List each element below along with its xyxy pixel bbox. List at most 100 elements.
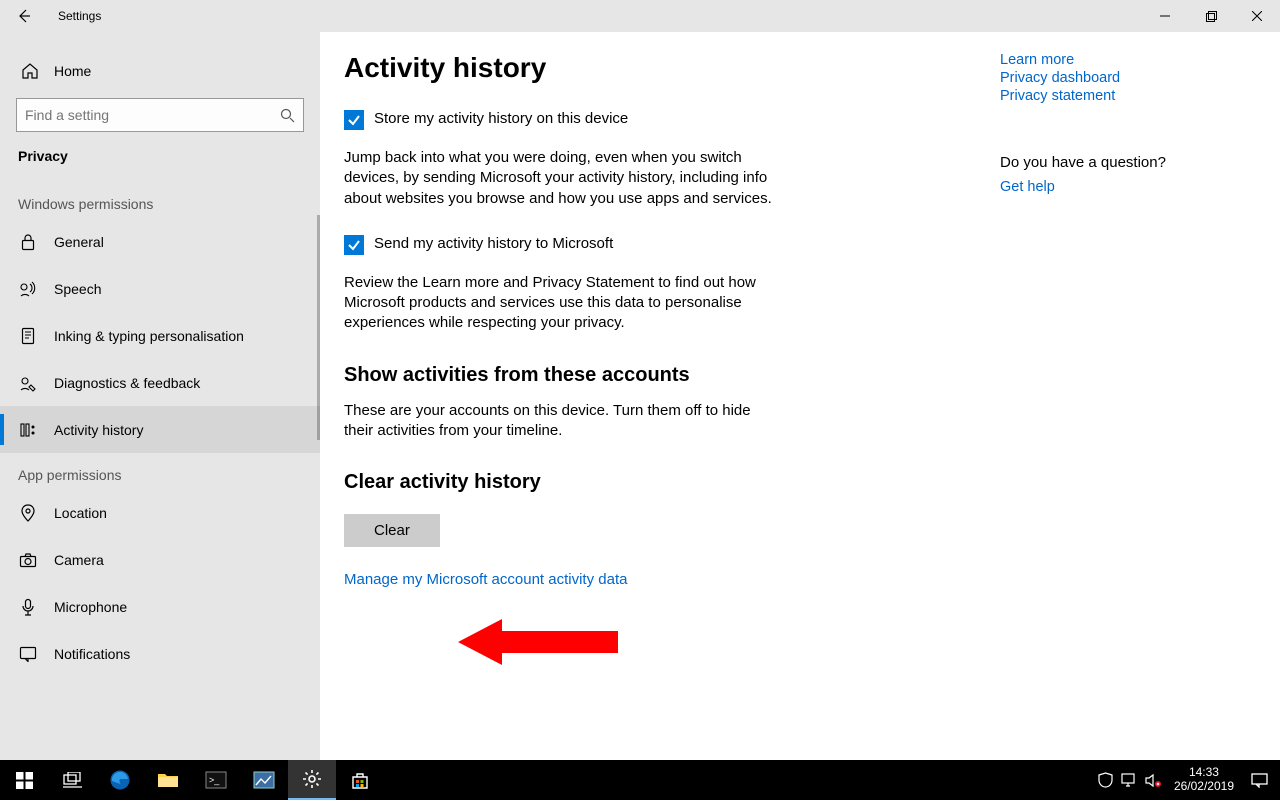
minimize-icon xyxy=(1160,11,1170,21)
paragraph-accounts: These are your accounts on this device. … xyxy=(344,401,774,442)
checkbox-send-microsoft-label: Send my activity history to Microsoft xyxy=(374,235,613,252)
action-center-icon xyxy=(1251,773,1268,788)
window-title: Settings xyxy=(58,9,101,23)
current-section-label: Privacy xyxy=(0,144,320,182)
back-button[interactable] xyxy=(8,0,40,32)
inking-icon xyxy=(18,327,38,345)
sidebar-item-location[interactable]: Location xyxy=(0,489,320,536)
check-icon xyxy=(347,238,361,252)
subheading-accounts: Show activities from these accounts xyxy=(344,364,976,387)
tray-volume-icon[interactable] xyxy=(1142,760,1166,800)
taskbar-terminal[interactable]: >_ xyxy=(192,760,240,800)
task-view-icon xyxy=(63,772,82,788)
taskbar-settings[interactable] xyxy=(288,760,336,800)
close-button[interactable] xyxy=(1234,0,1280,32)
sidebar-item-activity-history[interactable]: Activity history xyxy=(0,406,320,453)
window-controls xyxy=(1142,0,1280,32)
tray-network-icon[interactable] xyxy=(1118,760,1142,800)
sidebar-item-label: Microphone xyxy=(54,599,127,615)
volume-icon xyxy=(1145,773,1163,788)
task-view-button[interactable] xyxy=(48,760,96,800)
sidebar-item-notifications[interactable]: Notifications xyxy=(0,630,320,677)
location-icon xyxy=(18,504,38,522)
taskbar-app-generic[interactable] xyxy=(240,760,288,800)
sidebar-item-label: Speech xyxy=(54,281,101,297)
shield-icon xyxy=(1098,772,1113,788)
manage-account-link[interactable]: Manage my Microsoft account activity dat… xyxy=(344,571,627,588)
gear-icon xyxy=(302,769,322,789)
title-bar: Settings xyxy=(0,0,1280,32)
group-label: Windows permissions xyxy=(0,182,320,218)
link-privacy-dashboard[interactable]: Privacy dashboard xyxy=(1000,70,1250,86)
question-label: Do you have a question? xyxy=(1000,154,1250,171)
taskbar-file-explorer[interactable] xyxy=(144,760,192,800)
activity-icon xyxy=(18,421,38,439)
main-pane: Activity history Store my activity histo… xyxy=(320,32,1280,760)
folder-icon xyxy=(157,771,179,789)
sidebar: Home Privacy Windows permissions General… xyxy=(0,32,320,760)
tray-security-icon[interactable] xyxy=(1094,760,1118,800)
sidebar-item-label: Activity history xyxy=(54,422,143,438)
network-icon xyxy=(1121,773,1138,787)
subheading-clear: Clear activity history xyxy=(344,471,976,494)
taskbar-store[interactable] xyxy=(336,760,384,800)
sidebar-item-label: Location xyxy=(54,505,107,521)
system-tray: 14:33 26/02/2019 xyxy=(1094,760,1280,800)
link-get-help[interactable]: Get help xyxy=(1000,179,1250,195)
start-button[interactable] xyxy=(0,760,48,800)
sidebar-item-label: Inking & typing personalisation xyxy=(54,328,244,344)
checkbox-store-history-label: Store my activity history on this device xyxy=(374,110,628,127)
sidebar-item-inking[interactable]: Inking & typing personalisation xyxy=(0,312,320,359)
action-center-button[interactable] xyxy=(1242,760,1276,800)
link-privacy-statement[interactable]: Privacy statement xyxy=(1000,88,1250,104)
windows-icon xyxy=(16,772,33,789)
maximize-icon xyxy=(1206,11,1217,22)
arrow-left-icon xyxy=(16,8,32,24)
app-icon xyxy=(253,771,275,789)
close-icon xyxy=(1252,11,1262,21)
search-input-wrapper[interactable] xyxy=(16,98,304,132)
group-label: App permissions xyxy=(0,453,320,489)
right-pane: Learn more Privacy dashboard Privacy sta… xyxy=(1000,32,1270,760)
checkbox-store-history[interactable] xyxy=(344,110,364,130)
paragraph-send-microsoft: Review the Learn more and Privacy Statem… xyxy=(344,273,774,334)
lock-icon xyxy=(18,233,38,251)
speech-icon xyxy=(18,280,38,298)
svg-text:>_: >_ xyxy=(209,775,220,785)
sidebar-item-microphone[interactable]: Microphone xyxy=(0,583,320,630)
diagnostics-icon xyxy=(18,374,38,392)
taskbar-time: 14:33 xyxy=(1174,766,1234,780)
notifications-icon xyxy=(18,646,38,662)
sidebar-item-label: Notifications xyxy=(54,646,130,662)
sidebar-item-speech[interactable]: Speech xyxy=(0,265,320,312)
sidebar-item-label: Diagnostics & feedback xyxy=(54,375,200,391)
camera-icon xyxy=(18,552,38,568)
microphone-icon xyxy=(18,598,38,616)
maximize-button[interactable] xyxy=(1188,0,1234,32)
taskbar-edge[interactable] xyxy=(96,760,144,800)
clear-button[interactable]: Clear xyxy=(344,514,440,547)
link-learn-more[interactable]: Learn more xyxy=(1000,52,1250,68)
taskbar: >_ 14:33 26/02/2019 xyxy=(0,760,1280,800)
sidebar-item-diagnostics[interactable]: Diagnostics & feedback xyxy=(0,359,320,406)
checkbox-send-microsoft[interactable] xyxy=(344,235,364,255)
taskbar-date: 26/02/2019 xyxy=(1174,780,1234,794)
home-label: Home xyxy=(54,63,91,79)
home-icon xyxy=(20,62,40,80)
sidebar-item-camera[interactable]: Camera xyxy=(0,536,320,583)
sidebar-item-general[interactable]: General xyxy=(0,218,320,265)
home-nav[interactable]: Home xyxy=(0,52,320,90)
store-icon xyxy=(350,770,370,790)
search-input[interactable] xyxy=(25,107,280,123)
page-title: Activity history xyxy=(344,52,976,84)
sidebar-item-label: General xyxy=(54,234,104,250)
minimize-button[interactable] xyxy=(1142,0,1188,32)
search-icon xyxy=(280,108,295,123)
scrollbar[interactable] xyxy=(317,215,320,440)
check-icon xyxy=(347,113,361,127)
paragraph-store-history: Jump back into what you were doing, even… xyxy=(344,148,774,209)
terminal-icon: >_ xyxy=(205,771,227,789)
taskbar-clock[interactable]: 14:33 26/02/2019 xyxy=(1166,760,1242,800)
sidebar-item-label: Camera xyxy=(54,552,104,568)
edge-icon xyxy=(109,769,131,791)
